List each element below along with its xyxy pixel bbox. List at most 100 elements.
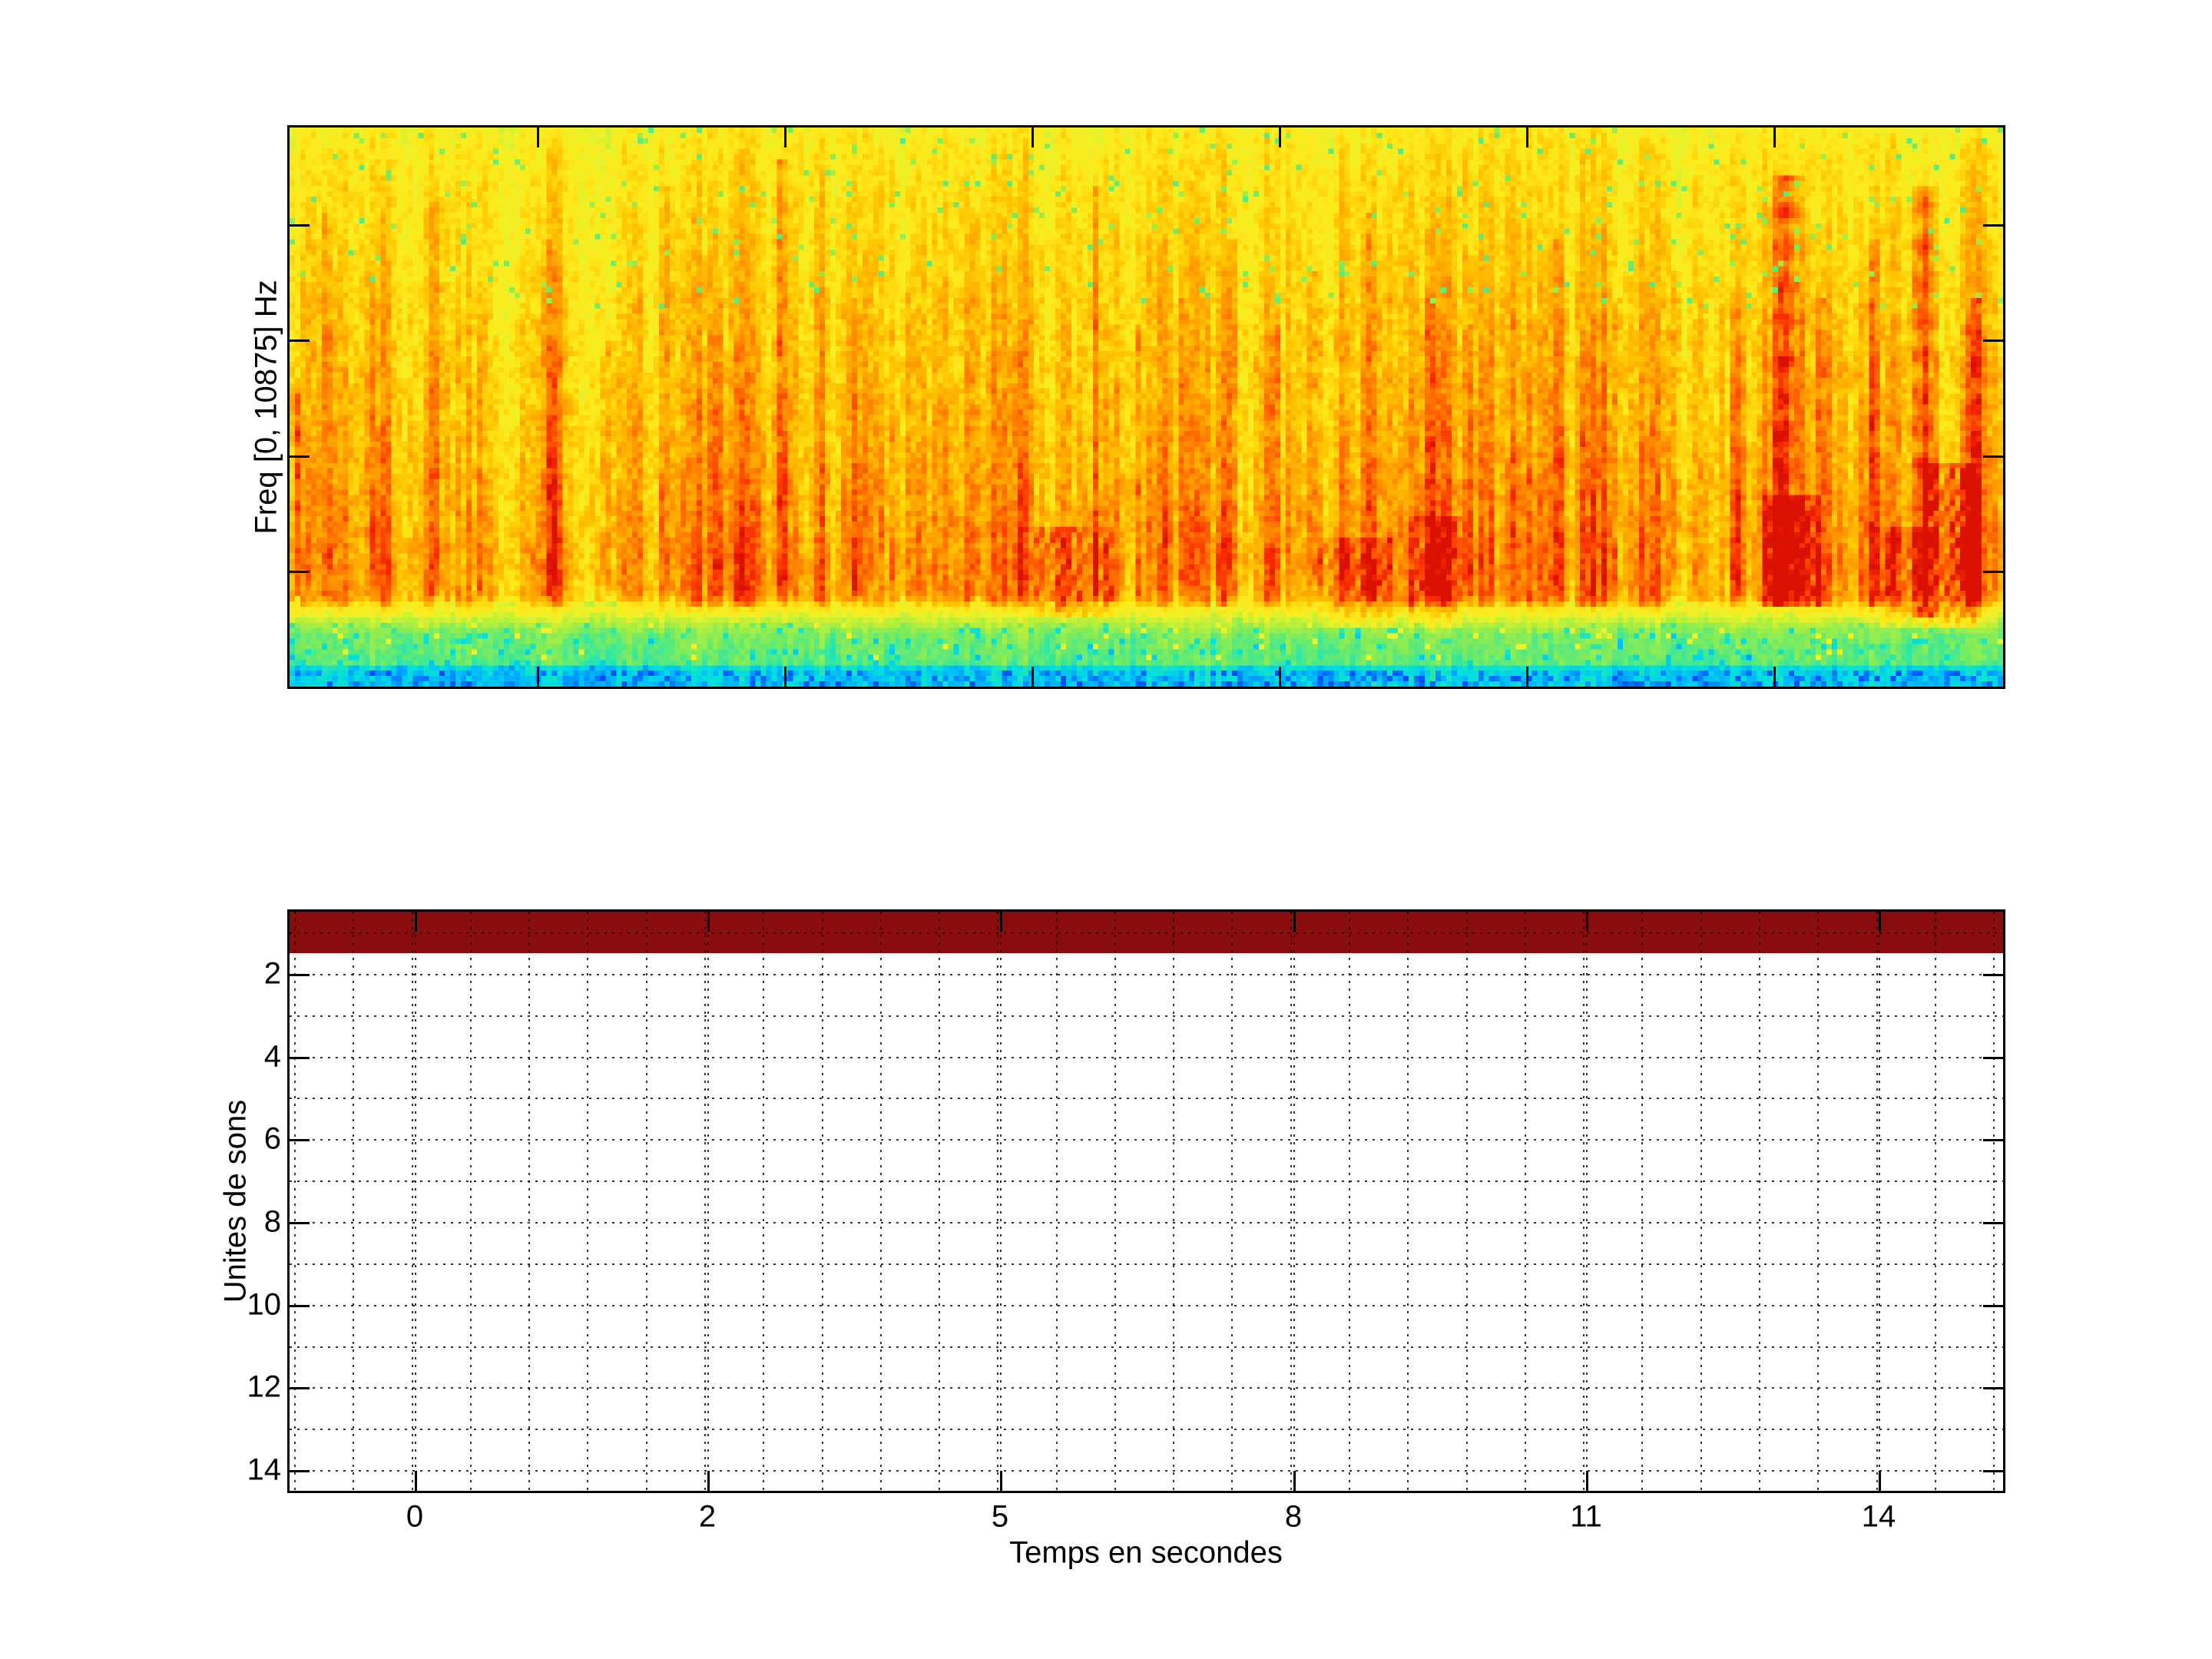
y-tick-label: 14: [247, 1452, 282, 1487]
minor-gridline-v: [1466, 912, 1468, 1491]
minor-gridline-v: [1993, 912, 1995, 1491]
cls-ytick-left: [290, 1057, 310, 1059]
minor-gridline-h: [290, 1429, 2003, 1430]
major-gridline-v: [707, 912, 709, 1491]
x-tick-label: 0: [406, 1499, 424, 1534]
classification-ylabel: Unites de sons: [218, 1099, 253, 1303]
minor-gridline-v: [353, 912, 354, 1491]
y-tick-label: 2: [263, 956, 281, 991]
spec-ytick-right: [1983, 339, 2003, 342]
minor-gridline-v: [763, 912, 764, 1491]
cls-xtick-top: [1000, 912, 1002, 932]
cls-xtick-bottom: [1000, 1471, 1002, 1491]
y-tick-label: 12: [247, 1369, 282, 1404]
spec-xtick-top: [784, 127, 786, 147]
spec-ytick-left: [290, 455, 310, 458]
spec-xtick-bottom: [1526, 667, 1528, 687]
cls-ytick-right: [1983, 1305, 2003, 1307]
spec-xtick-top: [1279, 127, 1281, 147]
cls-ytick-right: [1983, 1470, 2003, 1472]
minor-gridline-v: [528, 912, 530, 1491]
minor-gridline-v: [1700, 912, 1702, 1491]
cls-xtick-top: [415, 912, 417, 932]
minor-gridline-h: [290, 1263, 2003, 1265]
minor-gridline-v: [587, 912, 588, 1491]
cls-xtick-top: [1293, 912, 1296, 932]
cls-ytick-right: [1983, 974, 2003, 976]
major-gridline-h: [290, 1222, 2003, 1224]
spec-xtick-top: [537, 127, 539, 147]
minor-gridline-v: [1290, 912, 1292, 1491]
y-tick-label: 6: [263, 1121, 281, 1156]
cls-xtick-bottom: [1293, 1471, 1296, 1491]
major-gridline-v: [415, 912, 416, 1491]
x-tick-label: 5: [991, 1499, 1009, 1534]
minor-gridline-v: [412, 912, 413, 1491]
x-tick-label: 2: [698, 1499, 717, 1534]
spec-xtick-top: [1526, 127, 1528, 147]
cls-xtick-bottom: [1586, 1471, 1588, 1491]
y-tick-label: 4: [263, 1039, 281, 1074]
major-gridline-v: [1293, 912, 1295, 1491]
spec-ytick-right: [1983, 455, 2003, 458]
spec-ytick-left: [290, 339, 310, 342]
minor-gridline-h: [290, 1015, 2003, 1017]
spectrogram-plot-area: [290, 127, 2003, 687]
spectrogram-image: [290, 127, 2003, 687]
minor-gridline-v: [470, 912, 472, 1491]
x-tick-label: 8: [1284, 1499, 1303, 1534]
y-tick-label: 10: [247, 1287, 282, 1322]
major-gridline-h: [290, 1139, 2003, 1141]
minor-gridline-v: [1231, 912, 1233, 1491]
cls-ytick-left: [290, 1305, 310, 1307]
minor-gridline-v: [1935, 912, 1936, 1491]
minor-gridline-h: [290, 932, 2003, 934]
cls-xtick-top: [707, 912, 710, 932]
minor-gridline-v: [1525, 912, 1526, 1491]
spec-ytick-right: [1983, 224, 2003, 227]
spectrogram-ylabel: Freq [0, 10875] Hz: [249, 280, 283, 535]
cls-xtick-bottom: [707, 1471, 710, 1491]
cls-ytick-left: [290, 1470, 310, 1472]
spec-xtick-bottom: [1031, 667, 1034, 687]
cls-xtick-bottom: [415, 1471, 417, 1491]
spec-xtick-bottom: [784, 667, 786, 687]
x-tick-label: 11: [1570, 1499, 1602, 1534]
x-tick-label: 14: [1861, 1499, 1896, 1534]
cls-ytick-right: [1983, 1222, 2003, 1224]
minor-gridline-h: [290, 1346, 2003, 1348]
major-gridline-h: [290, 1305, 2003, 1306]
spec-ytick-left: [290, 571, 310, 573]
minor-gridline-v: [997, 912, 998, 1491]
minor-gridline-v: [646, 912, 647, 1491]
classification-xlabel: Temps en secondes: [1009, 1535, 1283, 1570]
cls-xtick-top: [1586, 912, 1588, 932]
minor-gridline-v: [880, 912, 882, 1491]
minor-gridline-v: [1876, 912, 1878, 1491]
minor-gridline-v: [1407, 912, 1409, 1491]
spec-ytick-right: [1983, 571, 2003, 573]
cls-ytick-left: [290, 1139, 310, 1141]
minor-gridline-v: [1114, 912, 1116, 1491]
minor-gridline-v: [1641, 912, 1643, 1491]
figure: Freq [0, 10875] Hz Unites de sons Temps …: [0, 0, 2212, 1659]
minor-gridline-v: [822, 912, 823, 1491]
cls-ytick-right: [1983, 1139, 2003, 1141]
cls-ytick-right: [1983, 1057, 2003, 1059]
spec-xtick-top: [1031, 127, 1034, 147]
minor-gridline-v: [294, 912, 296, 1491]
spec-xtick-bottom: [537, 667, 539, 687]
spec-xtick-bottom: [1773, 667, 1776, 687]
spec-xtick-bottom: [1279, 667, 1281, 687]
y-tick-label: 8: [263, 1204, 281, 1239]
cls-xtick-bottom: [1879, 1471, 1881, 1491]
major-gridline-h: [290, 1387, 2003, 1389]
minor-gridline-h: [290, 1098, 2003, 1099]
minor-gridline-v: [1056, 912, 1058, 1491]
major-gridline-v: [1586, 912, 1588, 1491]
cls-ytick-left: [290, 974, 310, 976]
major-gridline-v: [1000, 912, 1002, 1491]
classification-plot-area: [290, 912, 2003, 1491]
cls-ytick-left: [290, 1222, 310, 1224]
spec-xtick-top: [1773, 127, 1776, 147]
